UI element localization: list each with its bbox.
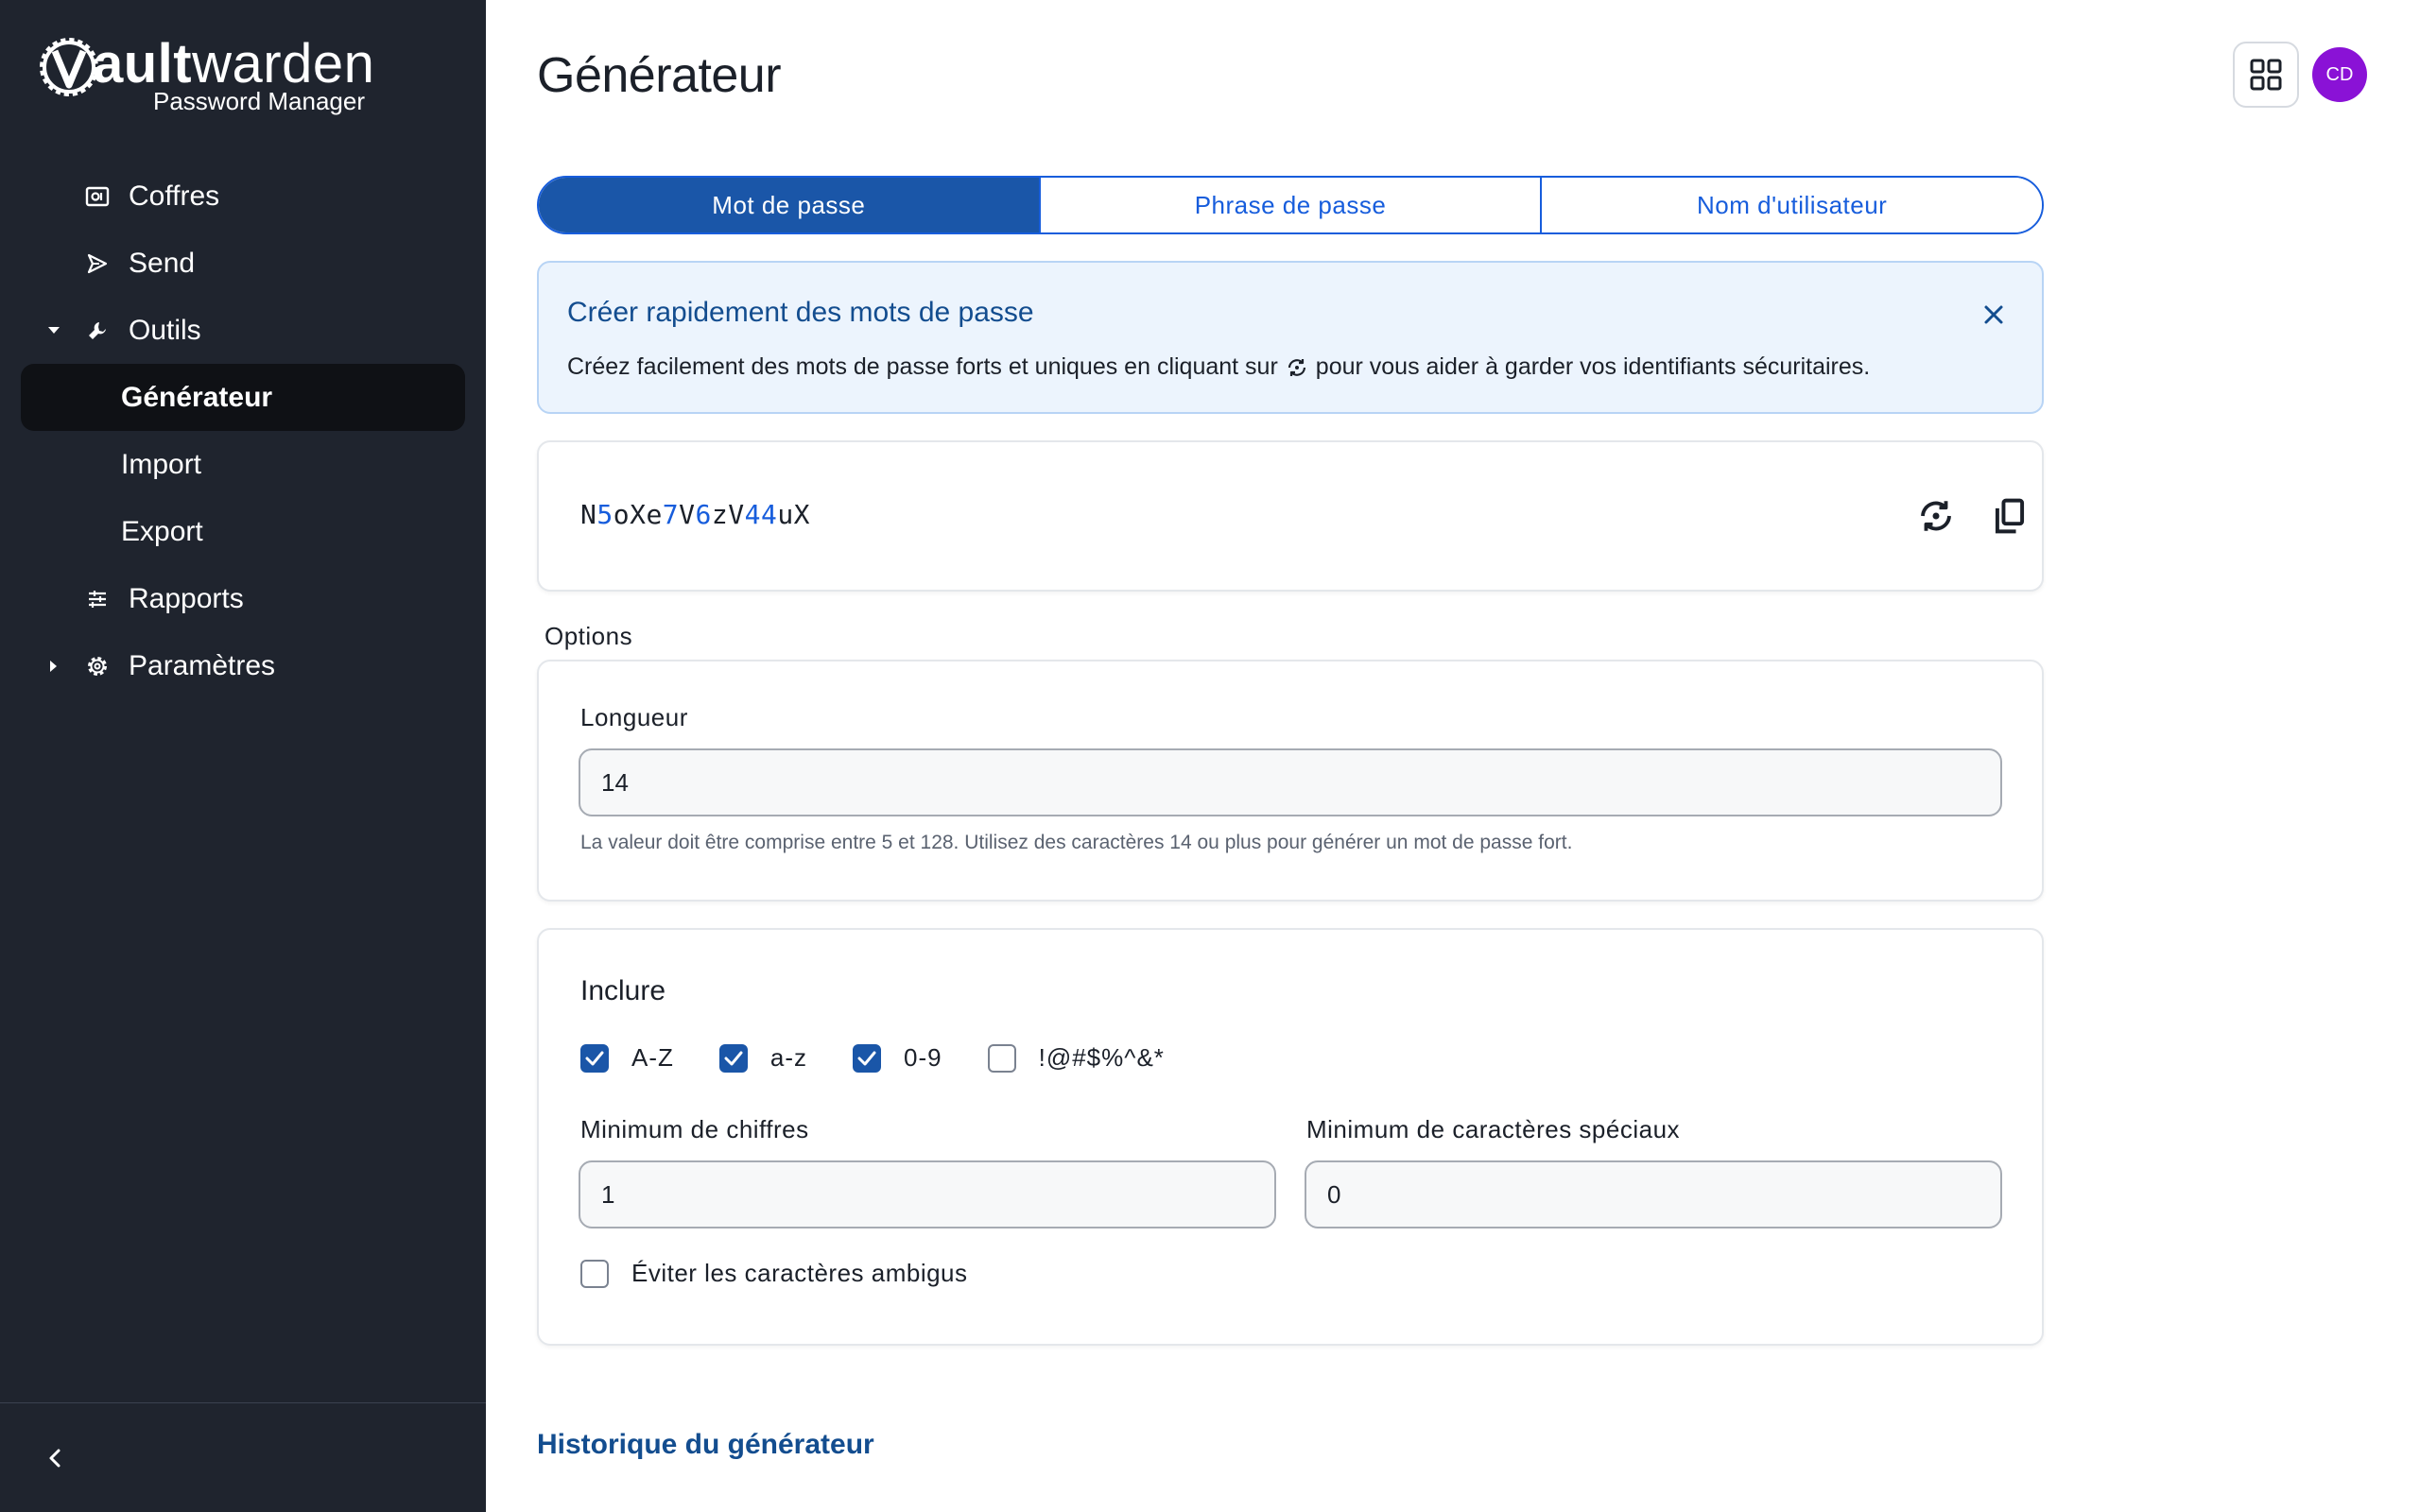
regenerate-icon xyxy=(1286,356,1308,379)
sidebar-item-label: Send xyxy=(129,247,196,279)
sidebar-nav: Coffres Send Outils Générateur Import Ex… xyxy=(0,163,486,699)
checkbox-box[interactable] xyxy=(987,1043,1016,1073)
check-icon xyxy=(857,1051,876,1065)
length-hint: La valeur doit être comprise entre 5 et … xyxy=(580,832,1573,853)
checkbox-lowercase[interactable]: a-z xyxy=(718,1043,808,1073)
sidebar-item-parametres[interactable]: Paramètres xyxy=(0,632,486,699)
include-title: Inclure xyxy=(580,975,666,1006)
brand-name: aultwarden xyxy=(93,33,375,94)
sidebar-item-coffres[interactable]: Coffres xyxy=(0,163,486,230)
grid-icon xyxy=(2250,59,2282,91)
checkbox-label: !@#$%^&* xyxy=(1038,1043,1165,1072)
checkbox-box[interactable] xyxy=(580,1043,609,1073)
avatar[interactable]: CD xyxy=(2312,47,2367,102)
sidebar-item-rapports[interactable]: Rapports xyxy=(0,565,486,632)
generator-type-tabs: Mot de passe Phrase de passe Nom d'utili… xyxy=(537,176,2044,234)
vault-icon xyxy=(83,182,112,211)
checkbox-uppercase[interactable]: A-Z xyxy=(580,1043,674,1073)
tab-password[interactable]: Mot de passe xyxy=(539,178,1039,232)
checkbox-numbers[interactable]: 0-9 xyxy=(853,1043,942,1073)
min-special-label: Minimum de caractères spéciaux xyxy=(1306,1115,1681,1143)
info-callout: Créer rapidement des mots de passe Créez… xyxy=(537,261,2044,414)
generated-password-card: N5oXe7V6zV44uX xyxy=(537,440,2044,592)
callout-text-before: Créez facilement des mots de passe forts… xyxy=(567,353,1278,380)
page-title: Générateur xyxy=(537,48,782,103)
min-special-input[interactable]: 0 xyxy=(1305,1160,2002,1228)
charset-checkboxes: A-Z a-z 0-9 !@#$%^&* xyxy=(580,1043,1210,1073)
length-input[interactable]: 14 xyxy=(579,748,2002,816)
checkbox-box[interactable] xyxy=(718,1043,748,1073)
regenerate-password-button[interactable] xyxy=(1908,488,1964,544)
callout-text-after: pour vous aider à garder vos identifiant… xyxy=(1315,353,1871,380)
sidebar-item-export[interactable]: Export xyxy=(0,498,486,565)
sidebar-item-outils[interactable]: Outils xyxy=(0,297,486,364)
sliders-icon xyxy=(83,585,112,613)
checkbox-label: A-Z xyxy=(631,1043,674,1072)
sidebar-item-label: Générateur xyxy=(121,381,273,413)
product-switcher-button[interactable] xyxy=(2233,42,2299,108)
copy-icon xyxy=(1995,498,2025,534)
check-icon xyxy=(585,1051,604,1065)
checkbox-box[interactable] xyxy=(853,1043,882,1073)
wrench-icon xyxy=(83,317,112,345)
sidebar-item-label: Import xyxy=(121,448,202,480)
min-numbers-label: Minimum de chiffres xyxy=(580,1115,809,1143)
length-card: Longueur 14 La valeur doit être comprise… xyxy=(537,660,2044,902)
collapse-sidebar-button[interactable] xyxy=(42,1441,68,1475)
sidebar-item-label: Coffres xyxy=(129,180,220,212)
copy-password-button[interactable] xyxy=(1981,488,2038,544)
length-label: Longueur xyxy=(580,703,688,731)
close-icon xyxy=(1984,305,2003,324)
checkbox-special[interactable]: !@#$%^&* xyxy=(987,1043,1165,1073)
sidebar-item-import[interactable]: Import xyxy=(0,431,486,498)
tab-passphrase[interactable]: Phrase de passe xyxy=(1038,178,1541,232)
callout-body: Créez facilement des mots de passe forts… xyxy=(567,353,1870,381)
chevron-left-icon xyxy=(49,1449,60,1468)
generator-history-link[interactable]: Historique du générateur xyxy=(537,1429,874,1461)
options-section-label: Options xyxy=(544,622,633,650)
regenerate-icon xyxy=(1921,501,1951,531)
main-content: Générateur CD Mot de passe Phrase de pas… xyxy=(486,0,2420,1512)
caret-right-icon xyxy=(45,658,62,675)
send-icon xyxy=(83,249,112,278)
sidebar: aultwarden Password Manager Coffres Send… xyxy=(0,0,486,1512)
tab-username[interactable]: Nom d'utilisateur xyxy=(1540,178,2042,232)
sidebar-item-generateur[interactable]: Générateur xyxy=(21,364,465,431)
sidebar-item-label: Rapports xyxy=(129,582,244,614)
include-card: Inclure A-Z a-z 0-9 !@#$%^&* Minimum de … xyxy=(537,928,2044,1346)
min-numbers-input[interactable]: 1 xyxy=(579,1160,1276,1228)
gear-icon xyxy=(83,652,112,680)
checkbox-label: 0-9 xyxy=(904,1043,942,1072)
generated-password[interactable]: N5oXe7V6zV44uX xyxy=(580,499,810,530)
close-callout-button[interactable] xyxy=(1979,301,2008,329)
sidebar-item-label: Outils xyxy=(129,314,201,346)
sidebar-footer xyxy=(0,1402,486,1512)
checkbox-avoid-ambiguous[interactable]: Éviter les caractères ambigus xyxy=(580,1259,968,1288)
checkbox-label: Éviter les caractères ambigus xyxy=(631,1259,968,1287)
vaultwarden-logo[interactable]: aultwarden Password Manager xyxy=(34,32,374,117)
callout-title: Créer rapidement des mots de passe xyxy=(567,297,1034,328)
check-icon xyxy=(724,1051,743,1065)
checkbox-box[interactable] xyxy=(580,1259,609,1288)
checkbox-label: a-z xyxy=(769,1043,808,1072)
sidebar-item-label: Export xyxy=(121,515,203,547)
caret-down-icon xyxy=(45,322,62,339)
sidebar-item-label: Paramètres xyxy=(129,649,276,681)
brand-subtitle: Password Manager xyxy=(153,87,365,115)
sidebar-item-send[interactable]: Send xyxy=(0,230,486,297)
